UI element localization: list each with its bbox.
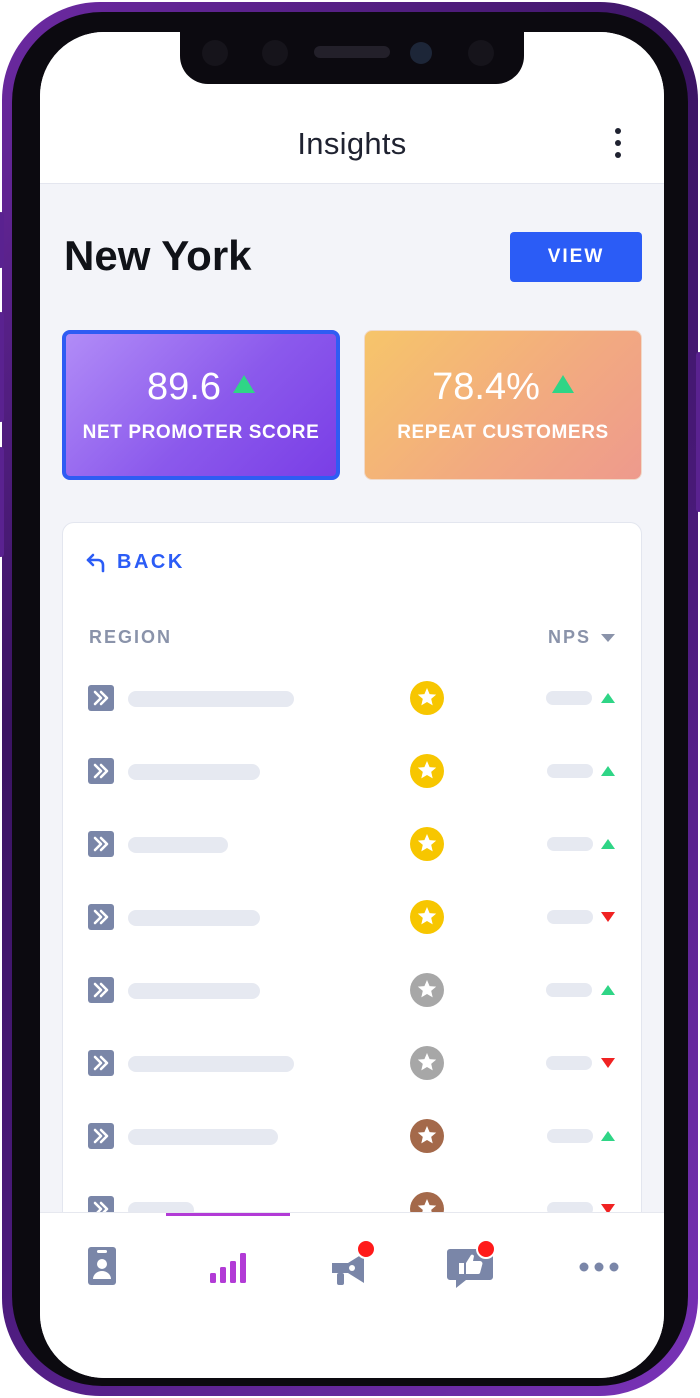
expand-chevron-icon[interactable] [88, 685, 114, 711]
column-header-region[interactable]: REGION [89, 627, 172, 648]
trend-up-icon [551, 375, 574, 393]
gold-medal-icon [410, 900, 444, 934]
more-icon [579, 1262, 619, 1272]
region-name-placeholder [128, 1056, 294, 1072]
tab-campaigns[interactable] [320, 1239, 380, 1291]
nps-value-row: 89.6 [66, 366, 336, 409]
speaker-grille [314, 46, 390, 58]
sensor-icon [262, 40, 288, 66]
nps-value-placeholder [546, 1056, 592, 1070]
trend-up-icon [601, 1131, 615, 1141]
page-title: Insights [297, 126, 407, 161]
trend-down-icon [601, 1058, 615, 1068]
region-name-placeholder [128, 910, 260, 926]
nps-value-placeholder [547, 1129, 593, 1143]
tab-more[interactable] [568, 1243, 628, 1291]
back-arrow-icon [86, 553, 105, 572]
silver-medal-icon [410, 973, 444, 1007]
region-name-placeholder [128, 983, 260, 999]
trend-up-icon [601, 693, 615, 703]
nps-value: 89.6 [147, 366, 221, 408]
volume-down-button [0, 447, 4, 557]
table-row[interactable] [63, 754, 641, 818]
region-name-placeholder [128, 1129, 278, 1145]
region-name-placeholder [128, 691, 294, 707]
repeat-customers-card[interactable]: 78.4% REPEAT CUSTOMERS [364, 330, 642, 480]
back-label: BACK [117, 551, 185, 573]
nps-value-placeholder [547, 910, 593, 924]
expand-chevron-icon[interactable] [88, 831, 114, 857]
repeat-value-row: 78.4% [365, 366, 641, 409]
back-link[interactable]: BACK [85, 551, 185, 574]
app-screen: Insights New York VIEW 89.6 NET PROMOTER… [40, 32, 664, 1378]
trend-down-icon [601, 912, 615, 922]
column-header-nps[interactable]: NPS [548, 627, 615, 648]
notification-dot [476, 1239, 496, 1259]
table-row[interactable] [63, 681, 641, 745]
table-row[interactable] [63, 973, 641, 1037]
expand-chevron-icon[interactable] [88, 904, 114, 930]
volume-up-button [0, 312, 4, 422]
trend-up-icon [601, 839, 615, 849]
tab-feedback[interactable] [440, 1239, 500, 1291]
silver-medal-icon [410, 1046, 444, 1080]
repeat-label: REPEAT CUSTOMERS [397, 422, 609, 443]
expand-chevron-icon[interactable] [88, 977, 114, 1003]
table-row[interactable] [63, 1046, 641, 1110]
nps-value-placeholder [547, 837, 593, 851]
trend-up-icon [232, 375, 255, 393]
region-panel: BACK REGION NPS [62, 522, 642, 1262]
sort-caret-icon [601, 633, 615, 642]
phone-frame: Insights New York VIEW 89.6 NET PROMOTER… [0, 2, 700, 1396]
tab-profile[interactable] [72, 1243, 132, 1291]
repeat-value: 78.4% [432, 366, 540, 408]
power-button [696, 352, 700, 512]
region-name-placeholder [128, 837, 228, 853]
trend-up-icon [601, 766, 615, 776]
nps-label: NET PROMOTER SCORE [82, 422, 320, 443]
notification-dot [356, 1239, 376, 1259]
nps-card[interactable]: 89.6 NET PROMOTER SCORE [62, 330, 340, 480]
expand-chevron-icon[interactable] [88, 758, 114, 784]
nps-value-placeholder [546, 691, 592, 705]
bar-chart-icon [210, 1253, 246, 1283]
expand-chevron-icon[interactable] [88, 1123, 114, 1149]
active-tab-indicator [166, 1213, 290, 1216]
gold-medal-icon [410, 681, 444, 715]
camera-icon [410, 42, 432, 64]
table-row[interactable] [63, 900, 641, 964]
location-title: New York [64, 232, 252, 279]
expand-chevron-icon[interactable] [88, 1050, 114, 1076]
nps-column-label: NPS [547, 627, 591, 647]
badge-icon [88, 1247, 116, 1285]
trend-up-icon [601, 985, 615, 995]
sensor-icon [468, 40, 494, 66]
tab-insights[interactable] [198, 1243, 258, 1291]
notch [180, 32, 524, 84]
tab-bar [40, 1212, 664, 1378]
nps-value-placeholder [547, 764, 593, 778]
table-row[interactable] [63, 827, 641, 891]
region-name-placeholder [128, 764, 260, 780]
view-button[interactable]: VIEW [510, 232, 642, 282]
sensor-icon [202, 40, 228, 66]
table-row[interactable] [63, 1119, 641, 1183]
gold-medal-icon [410, 754, 444, 788]
mute-switch [0, 212, 4, 268]
more-options-icon[interactable] [612, 128, 624, 162]
gold-medal-icon [410, 827, 444, 861]
nps-value-placeholder [546, 983, 592, 997]
bronze-medal-icon [410, 1119, 444, 1153]
